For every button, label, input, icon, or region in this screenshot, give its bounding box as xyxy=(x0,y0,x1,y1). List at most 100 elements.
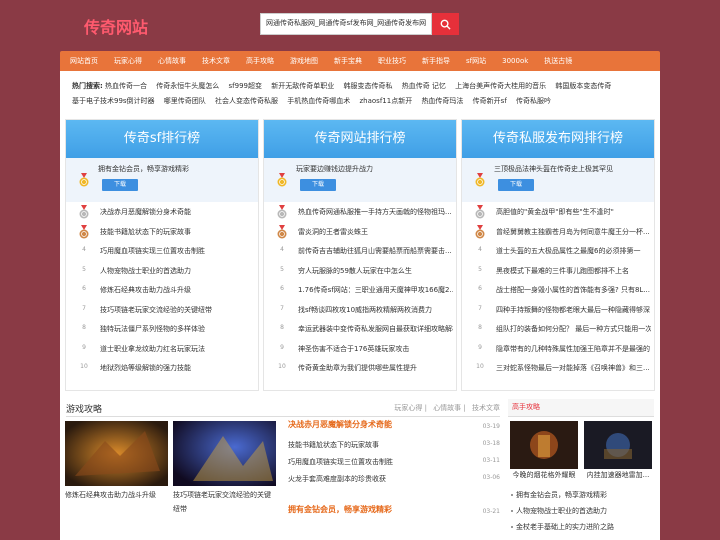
rank-item[interactable]: 5 穷人玩服脉的59散人玩家在中怎么生 xyxy=(264,261,456,281)
rank-item-title[interactable]: 热血传奇网通私服推一手持方天画戟的怪物祖玛... xyxy=(298,207,453,217)
hot-search-link[interactable]: 新开无敌传奇单职业 xyxy=(271,82,334,90)
hot-search-link[interactable]: zhaosf11点新开 xyxy=(360,97,413,105)
rank-item[interactable]: 曾经舅舅教主独霸苍月岛为何同意牛魔王分一杯... xyxy=(462,222,654,242)
rank-item[interactable]: 高胆值的"黄金战甲"即有些"生不逢时" xyxy=(462,202,654,222)
rank-item-title[interactable]: 雷炎洞的王者雷炎蛛王 xyxy=(298,227,453,237)
site-logo[interactable]: 传奇网站 xyxy=(84,14,148,38)
news-title[interactable]: 火龙手套高难度副本的珍贵收获 xyxy=(288,474,386,484)
rank-item[interactable]: 热血传奇网通私服推一手持方天画戟的怪物祖玛... xyxy=(264,202,456,222)
rank-top-title[interactable]: 拥有金钻会员，畅享游戏精彩 xyxy=(98,164,253,174)
news-row[interactable]: 巧用魔血项链实现三位置攻击制胜 03-11 xyxy=(288,454,500,471)
headline-title[interactable]: 决战赤月恶魔解锁分身术奇能 xyxy=(288,420,392,429)
rank-top-title[interactable]: 三顶极品法神头盔在传奇史上极其罕见 xyxy=(494,164,649,174)
rank-item-title[interactable]: 组队打的装备如何分配？ 最后一种方式只能用一次 xyxy=(496,324,651,334)
rank-item[interactable]: 雷炎洞的王者雷炎蛛王 xyxy=(264,222,456,242)
rank-item-title[interactable]: 隐章带有的几种特殊属性加强王陷章并不是最强的 xyxy=(496,344,651,354)
article-card[interactable]: 修炼石经典攻击助力战斗升级 xyxy=(65,421,168,502)
nav-item[interactable]: 网站首页 xyxy=(60,56,106,66)
section-link[interactable]: 心情故事 xyxy=(433,404,461,412)
nav-item[interactable]: 新手指导 xyxy=(414,56,458,66)
side-list-item[interactable]: 拥有金钻会员，畅享游戏精彩 xyxy=(508,487,654,503)
news-title[interactable]: 技能书籍尬状态下的玩家故事 xyxy=(288,440,379,450)
rank-item-title[interactable]: 技能书籍尬状态下的玩家故事 xyxy=(100,227,255,237)
article-caption[interactable]: 技巧项链老玩家交流经验的关键纽带 xyxy=(173,488,276,516)
side-image[interactable] xyxy=(510,421,578,469)
news-title[interactable]: 巧用魔血项链实现三位置攻击制胜 xyxy=(288,457,393,467)
rank-item[interactable]: 7 找sf畅谈四枚攻10威指两枚精解两枚消费力 xyxy=(264,300,456,320)
hot-search-link[interactable]: 韩国版本变态传奇 xyxy=(555,82,611,90)
rank-item-title[interactable]: 幸运武器装中变传奇私发服网自最获取详细攻略解析 xyxy=(298,324,453,334)
search-button[interactable] xyxy=(432,13,459,35)
nav-item[interactable]: 技术文章 xyxy=(194,56,238,66)
hot-search-link[interactable]: 韩服变态传奇私 xyxy=(343,82,392,90)
rank-top-item[interactable]: 玩家要边赚钱边提升战力下载 xyxy=(264,158,456,202)
section-link[interactable]: 玩家心得 xyxy=(394,404,422,412)
rank-item[interactable]: 7 四种手持叛舞的怪物都老眼大最后一种隐藏得够深 xyxy=(462,300,654,320)
news-row[interactable]: 火龙手套高难度副本的珍贵收获 03-06 xyxy=(288,471,500,488)
download-button[interactable]: 下载 xyxy=(498,179,534,191)
rank-item-title[interactable]: 曾经舅舅教主独霸苍月岛为何同意牛魔王分一杯... xyxy=(496,227,651,237)
rank-item-title[interactable]: 道士职业拿龙纹助力红名玩家玩法 xyxy=(100,344,255,354)
rank-top-item[interactable]: 三顶极品法神头盔在传奇史上极其罕见下载 xyxy=(462,158,654,202)
rank-item-title[interactable]: 战士搭配一身毁小属性的首饰能有多强? 只有8L... xyxy=(496,285,651,295)
rank-item[interactable]: 4 道士头盔的五大极品属性之最魔6的必须排第一 xyxy=(462,241,654,261)
rank-item-title[interactable]: 道士头盔的五大极品属性之最魔6的必须排第一 xyxy=(496,246,651,256)
rank-item[interactable]: 5 黑夜模式下最难的三件事儿跑图都排不上名 xyxy=(462,261,654,281)
rank-item-title[interactable]: 巧用魔血项链实现三位置攻击制胜 xyxy=(100,246,255,256)
section-link[interactable]: 技术文章 xyxy=(472,404,500,412)
rank-item[interactable]: 6 修炼石经典攻击助力战斗升级 xyxy=(66,280,258,300)
hot-search-link[interactable]: 传奇永恒牛头魔怎么 xyxy=(156,82,219,90)
rank-item-title[interactable]: 技巧项链老玩家交流经验的关键纽带 xyxy=(100,305,255,315)
side-list-item[interactable]: 人物宠物战士职业的首选助力 xyxy=(508,503,654,519)
rank-item[interactable]: 4 巧用魔血项链实现三位置攻击制胜 xyxy=(66,241,258,261)
rank-item[interactable]: 6 战士搭配一身毁小属性的首饰能有多强? 只有8L... xyxy=(462,280,654,300)
article-image[interactable] xyxy=(173,421,276,486)
hot-search-link[interactable]: 热血传奇 记忆 xyxy=(402,82,446,90)
rank-top-title[interactable]: 玩家要边赚钱边提升战力 xyxy=(296,164,451,174)
rank-item[interactable]: 决战赤月恶魔解锁分身术奇能 xyxy=(66,202,258,222)
rank-item[interactable]: 9 道士职业拿龙纹助力红名玩家玩法 xyxy=(66,339,258,359)
rank-item[interactable]: 8 组队打的装备如何分配？ 最后一种方式只能用一次 xyxy=(462,319,654,339)
rank-item[interactable]: 9 隐章带有的几种特殊属性加强王陷章并不是最强的 xyxy=(462,339,654,359)
rank-item[interactable]: 8 独特玩法僵尸系列怪物的多样体验 xyxy=(66,319,258,339)
news-row[interactable]: 技能书籍尬状态下的玩家故事 03-18 xyxy=(288,437,500,454)
rank-item-title[interactable]: 传奇黄金助章为我们提供哪些属性提升 xyxy=(298,363,453,373)
hot-search-link[interactable]: 热血传奇一合 xyxy=(105,82,147,90)
rank-item-title[interactable]: 找sf畅谈四枚攻10威指两枚精解两枚消费力 xyxy=(298,305,453,315)
download-button[interactable]: 下载 xyxy=(300,179,336,191)
download-button[interactable]: 下载 xyxy=(102,179,138,191)
side-list-item[interactable]: 金杖老手基础上的实力进阶之路 xyxy=(508,519,654,535)
side-image[interactable] xyxy=(584,421,652,469)
rank-item[interactable]: 10 传奇黄金助章为我们提供哪些属性提升 xyxy=(264,358,456,378)
rank-title[interactable]: 传奇私服发布网排行榜 xyxy=(462,120,654,158)
search-input[interactable]: 网通传奇私服网_网通传奇sf发布网_网通传奇发布网 xyxy=(260,13,432,35)
rank-item-title[interactable]: 黑夜模式下最难的三件事儿跑图都排不上名 xyxy=(496,266,651,276)
nav-item[interactable]: sf网站 xyxy=(458,56,494,66)
rank-item[interactable]: 9 神圣伤害不适合于176英雄玩家攻击 xyxy=(264,339,456,359)
rank-item[interactable]: 6 1.76传奇sf网站：三职业通用天魔神甲攻166魔2... xyxy=(264,280,456,300)
rank-item[interactable]: 7 技巧项链老玩家交流经验的关键纽带 xyxy=(66,300,258,320)
hot-search-link[interactable]: 社会人变态传奇私服 xyxy=(215,97,278,105)
article-caption[interactable]: 修炼石经典攻击助力战斗升级 xyxy=(65,488,168,502)
hot-search-link[interactable]: sf999超变 xyxy=(229,82,262,90)
hot-search-link[interactable]: 上海台美声传奇大桂用的音乐 xyxy=(455,82,546,90)
news-headline[interactable]: 决战赤月恶魔解锁分身术奇能 03-19 xyxy=(288,419,500,437)
rank-top-item[interactable]: 拥有金钻会员，畅享游戏精彩下载 xyxy=(66,158,258,202)
rank-item-title[interactable]: 地狱烈焰等级解锁的强力技能 xyxy=(100,363,255,373)
nav-item[interactable]: 执送古镜 xyxy=(536,56,580,66)
hot-search-link[interactable]: 哪里传奇团队 xyxy=(164,97,206,105)
hot-search-link[interactable]: 热血传奇玛法 xyxy=(421,97,463,105)
hot-search-link[interactable]: 手机热血传奇哪血术 xyxy=(287,97,350,105)
nav-item[interactable]: 职业技巧 xyxy=(370,56,414,66)
article-image[interactable] xyxy=(65,421,168,486)
rank-item[interactable]: 10 三对蛇系怪物最后一对能掉落《召唤神兽》和三... xyxy=(462,358,654,378)
rank-item-title[interactable]: 人物宠物战士职业的首选助力 xyxy=(100,266,255,276)
rank-item-title[interactable]: 独特玩法僵尸系列怪物的多样体验 xyxy=(100,324,255,334)
nav-item[interactable]: 心情故事 xyxy=(150,56,194,66)
rank-item[interactable]: 10 地狱烈焰等级解锁的强力技能 xyxy=(66,358,258,378)
rank-item-title[interactable]: 四种手持叛舞的怪物都老眼大最后一种隐藏得够深 xyxy=(496,305,651,315)
rank-item[interactable]: 8 幸运武器装中变传奇私发服网自最获取详细攻略解析 xyxy=(264,319,456,339)
rank-item-title[interactable]: 高胆值的"黄金战甲"即有些"生不逢时" xyxy=(496,207,651,217)
news-headline[interactable]: 拥有金钻会员，畅享游戏精彩 03-21 xyxy=(288,504,500,522)
rank-item[interactable]: 5 人物宠物战士职业的首选助力 xyxy=(66,261,258,281)
